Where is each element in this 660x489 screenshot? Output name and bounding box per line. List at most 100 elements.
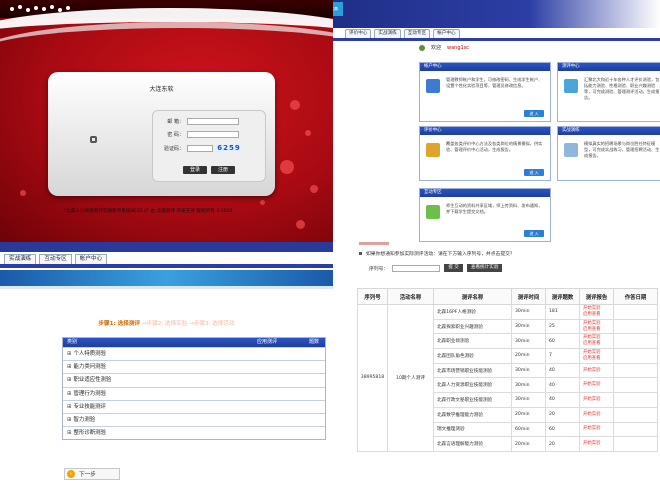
- date-cell: [613, 318, 658, 335]
- count-cell: 60: [545, 333, 580, 350]
- gear-icon: [90, 136, 97, 143]
- start-link[interactable]: 开始实验: [583, 350, 601, 355]
- category-label: 个人特质测验: [73, 351, 106, 357]
- tab-practice[interactable]: 实战演练: [374, 29, 401, 38]
- banner-shadow: [0, 286, 333, 289]
- test-time-cell: 30min: [511, 304, 546, 320]
- test-name-cell: 北森团队角色测验: [433, 348, 512, 364]
- tab-interactive[interactable]: 互动专区: [403, 29, 431, 38]
- dashboard-tabs: 评价中心 实战演练 互动专区 帐户中心: [333, 29, 460, 38]
- tab-account[interactable]: 帐户中心: [433, 29, 460, 38]
- category-row[interactable]: ⊞ 职业适应性测验: [63, 373, 325, 387]
- serial-note-text: 如果你想通知参加实际测评活动：请在下方输入序列号，并点击提交？: [366, 252, 515, 257]
- card-enter-button[interactable]: 进 入: [524, 110, 544, 117]
- test-name-cell: 瑞文推理测验: [433, 421, 512, 438]
- next-button[interactable]: › 下一步: [64, 468, 120, 480]
- card-enter-button[interactable]: 进 入: [524, 230, 544, 237]
- monitor-icon: [426, 79, 440, 93]
- category-label: 专业技能测评: [73, 403, 106, 410]
- welcome-user: wang1sc: [447, 44, 470, 51]
- captcha-field[interactable]: [187, 145, 213, 152]
- category-row[interactable]: ⊞ 能力类问测验: [63, 360, 325, 374]
- card-title: 互动专区: [420, 189, 550, 197]
- login-button[interactable]: 登录: [183, 166, 207, 174]
- start-link[interactable]: 开始实验: [583, 426, 601, 431]
- dashboard-screen: Be 北森 评价中心 实战演练 互动专区 帐户中心 欢迎 wang1sc 帐户中…: [333, 0, 660, 242]
- welcome-message: 欢迎 wang1sc: [419, 44, 469, 51]
- date-cell: [613, 392, 658, 408]
- test-name-cell: 北森16PF人格测验: [433, 304, 512, 320]
- test-name-cell: 北森市场营销职业技能测验: [433, 362, 512, 379]
- table-row: 38995818 10期个人测评 北森16PF人格测验 30min 181 开始…: [357, 304, 658, 452]
- test-time-cell: 30min: [511, 333, 546, 350]
- card-text: 覆盖各类评价中心方法及各类岗位的情景模拟，供实验、管理评价中心活动，生成报告。: [446, 141, 543, 152]
- wizard-nav-background: [0, 242, 333, 252]
- start-link[interactable]: 开始实验: [583, 412, 601, 417]
- test-time-cell: 30min: [511, 377, 546, 394]
- card-body: 覆盖各类评价中心方法及各类岗位的情景模拟，供实验、管理评价中心活动，生成报告。: [420, 137, 550, 157]
- category-table: 类别 应用测评 题数 ⊞ 个人特质测验 ⊞ 能力类问测验 ⊞ 职业适应性测验 ⊞ 管理行…: [62, 337, 326, 441]
- category-row[interactable]: ⊞ 整形诊断测验: [63, 426, 325, 440]
- expand-icon: ⊞: [67, 377, 72, 384]
- card-text: 汇聚北大和近十年各种人才评价测验，包括能力测验、性格测验、职业兴趣测验等，可完成…: [584, 77, 660, 100]
- tab-interactive[interactable]: 互动专区: [39, 254, 72, 264]
- header-apply: 应用测评: [257, 339, 278, 345]
- table-header-row: 序列号 活动名称 测评名称 测评时间 测评题数 测评报告 作答日期: [357, 288, 658, 305]
- start-link[interactable]: 开始实验: [583, 368, 601, 373]
- tab-underline: [333, 38, 660, 41]
- report-cell: 开始实验: [579, 436, 614, 452]
- col-report: 测评报告: [579, 288, 614, 305]
- category-table-header: 类别 应用测评 题数: [63, 338, 325, 347]
- report-cell: 开始实验 启用查看: [579, 318, 614, 335]
- captcha-label: 验证码：: [163, 146, 184, 152]
- count-cell: 25: [545, 318, 580, 335]
- tab-practice[interactable]: 实战演练: [4, 254, 37, 264]
- category-row[interactable]: ⊞ 智力测验: [63, 412, 325, 427]
- category-label: 职业适应性测验: [73, 377, 112, 384]
- col-serial: 序列号: [357, 288, 388, 305]
- view-link[interactable]: 启用查看: [583, 312, 601, 317]
- view-link[interactable]: 启用查看: [583, 341, 601, 346]
- register-button[interactable]: 注册: [211, 166, 235, 174]
- tab-assessment-center[interactable]: 评价中心: [345, 29, 372, 38]
- card-interactive: 互动专区 师生互动的资料共享区域，师上传资料、发布通知，并下载学生提交文档。 进…: [419, 188, 551, 242]
- report-cell: 开始实验 启用查看: [579, 333, 614, 350]
- serial-input[interactable]: [392, 264, 441, 272]
- login-form: 邮 箱： 密 码： 验证码： 6259 登录 注册: [152, 110, 266, 182]
- results-screen: 如果你想通知参加实际测评活动：请在下方输入序列号，并点击提交？ 序列号： 提 交…: [333, 242, 660, 489]
- card-testing: 测评中心 汇聚北大和近十年各种人才评价测验，包括能力测验、性格测验、职业兴趣测验…: [557, 62, 660, 122]
- view-stats-button[interactable]: 查看统计实验: [466, 264, 503, 272]
- title-fragment: [359, 242, 389, 245]
- password-field[interactable]: [187, 131, 239, 138]
- date-cell: [613, 377, 658, 394]
- card-body: 师生互动的资料共享区域，师上传资料、发布通知，并下载学生提交文档。: [420, 199, 550, 219]
- start-link[interactable]: 开始实验: [583, 441, 601, 446]
- category-row[interactable]: ⊞ 个人特质测验: [63, 347, 325, 361]
- card-title: 评价中心: [420, 127, 550, 135]
- start-link[interactable]: 开始实验: [583, 382, 601, 387]
- start-link[interactable]: 开始实验: [583, 306, 601, 311]
- start-link[interactable]: 开始实验: [583, 335, 601, 340]
- captcha-image[interactable]: 6259: [216, 144, 242, 153]
- count-cell: 20: [545, 406, 580, 423]
- start-link[interactable]: 开始实验: [583, 321, 601, 326]
- count-cell: 20: [545, 436, 580, 452]
- start-link[interactable]: 开始实验: [583, 397, 601, 402]
- view-link[interactable]: 启用查看: [583, 356, 601, 361]
- card-enter-button[interactable]: 进 入: [524, 169, 544, 176]
- tab-account[interactable]: 帐户中心: [74, 254, 108, 264]
- next-button-label: 下一步: [79, 472, 96, 478]
- view-link[interactable]: 启用查看: [583, 327, 601, 332]
- count-cell: 60: [545, 421, 580, 438]
- category-row[interactable]: ⊞ 管理行为测验: [63, 386, 325, 400]
- email-field[interactable]: [187, 118, 239, 125]
- people-icon: [426, 205, 440, 219]
- serial-cell: 38995818: [357, 304, 388, 452]
- submit-button[interactable]: 提 交: [444, 264, 463, 272]
- date-cell: [613, 421, 658, 438]
- category-row[interactable]: ⊞ 专业技能测评: [63, 399, 325, 413]
- report-cell: 开始实验: [579, 392, 614, 408]
- wizard-steps: 步骤1: 选择测评 →步骤2: 选择实验 →步骤3: 选择活动: [0, 319, 333, 327]
- test-time-cell: 30min: [511, 318, 546, 335]
- wizard-screen: 实战演练 互动专区 帐户中心 步骤1: 选择测评 →步骤2: 选择实验 →步骤3…: [0, 242, 333, 489]
